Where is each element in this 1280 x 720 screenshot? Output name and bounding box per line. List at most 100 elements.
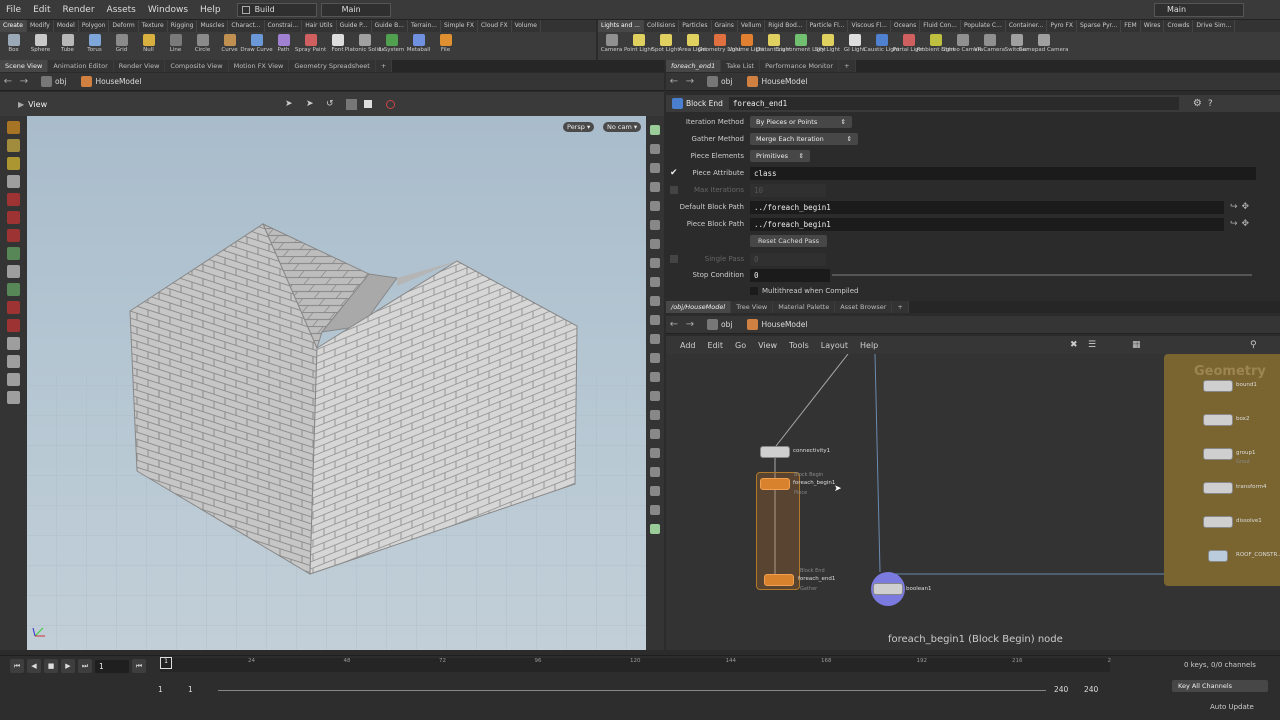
shelf-right-tab[interactable]: Grains [712, 20, 738, 32]
shelf-right-tab[interactable]: Rigid Bod... [765, 20, 807, 32]
shelf-tool[interactable]: Camera [598, 32, 625, 53]
viewport-tool-icon[interactable] [7, 283, 20, 296]
viewport-tool-icon[interactable] [7, 157, 20, 170]
shelf-tool[interactable]: Platonic Solids [345, 32, 384, 53]
tab-composite-view[interactable]: Composite View [165, 60, 229, 72]
shelf-tool[interactable]: Spray Paint [295, 32, 326, 53]
shelf-tool[interactable]: Tube [54, 32, 81, 53]
net-menu-help[interactable]: Help [854, 341, 884, 350]
list-icon[interactable]: ☰ [1088, 340, 1096, 350]
display-option-icon[interactable] [650, 429, 660, 439]
range-end-field[interactable]: 240 [1054, 685, 1068, 694]
display-option-icon[interactable] [650, 524, 660, 534]
default-block-path-field[interactable]: ../foreach_begin1 [750, 200, 1224, 214]
shelf-right-tab[interactable]: Container... [1006, 20, 1048, 32]
add-tab-icon[interactable]: + [839, 60, 856, 72]
step-icon[interactable]: ⏮ [132, 659, 146, 673]
display-option-icon[interactable] [650, 220, 660, 230]
menu-edit[interactable]: Edit [27, 0, 56, 20]
jump-end-icon[interactable]: ⏭ [78, 659, 92, 673]
tab-performance-monitor[interactable]: Performance Monitor [760, 60, 840, 72]
shelf-right-tab[interactable]: Populate C... [961, 20, 1006, 32]
play-icon[interactable]: ▶ [61, 659, 75, 673]
stop-condition-slider[interactable] [832, 274, 1252, 276]
geo-node[interactable] [1203, 380, 1233, 392]
gather-method-menu[interactable]: Merge Each Iteration ⇕ [750, 133, 858, 145]
viewport-tool-icon[interactable] [7, 229, 20, 242]
display-option-icon[interactable] [650, 296, 660, 306]
tab-render-view[interactable]: Render View [113, 60, 166, 72]
geo-node[interactable] [1203, 482, 1233, 494]
range-start-field[interactable]: 1 [158, 685, 163, 694]
viewport-tool-icon[interactable] [7, 337, 20, 350]
time-slider[interactable]: 1 24 48 72 96 120 144 168 192 216 2 [160, 657, 1111, 672]
max-iterations-field[interactable]: 10 [750, 183, 826, 197]
shelf-left-tab[interactable]: Simple FX [441, 20, 478, 32]
shelf-left-tab[interactable]: Guide B... [372, 20, 408, 32]
back-icon[interactable]: ← [666, 319, 682, 330]
gear-icon[interactable]: ⚙ [1193, 98, 1202, 109]
handle-tool-icon[interactable]: ➤ [306, 99, 314, 109]
network-editor[interactable]: connectivity1 Block Begin foreach_begin1… [666, 354, 1280, 650]
path-node[interactable]: HouseModel [738, 76, 813, 87]
shelf-tool[interactable]: Point Light [624, 32, 653, 53]
shelf-left-tab[interactable]: Volume [512, 20, 541, 32]
shelf-left-tab[interactable]: Texture [139, 20, 168, 32]
persp-menu[interactable]: Persp ▾ [563, 122, 595, 132]
display-option-icon[interactable] [650, 201, 660, 211]
menu-assets[interactable]: Assets [101, 0, 142, 20]
range-start2-field[interactable]: 1 [188, 685, 193, 694]
viewport-tool-icon[interactable] [7, 139, 20, 152]
piece-block-path-field[interactable]: ../foreach_begin1 [750, 217, 1224, 231]
shelf-tool[interactable]: Torus [81, 32, 108, 53]
path-node[interactable]: HouseModel [738, 319, 813, 330]
snap-icon[interactable] [346, 98, 357, 110]
shelf-tool[interactable]: Box [0, 32, 27, 53]
tab-foreach-end1[interactable]: foreach_end1 [666, 60, 722, 72]
shelf-tool[interactable]: Path [270, 32, 297, 53]
shelf-right-tab[interactable]: Particles [679, 20, 712, 32]
tab-animation-editor[interactable]: Animation Editor [48, 60, 114, 72]
back-icon[interactable]: ← [0, 76, 16, 87]
shelf-right-tab[interactable]: Pyro FX [1047, 20, 1077, 32]
tab-take-list[interactable]: Take List [721, 60, 761, 72]
tab-obj-housemodel[interactable]: /obj/HouseModel [666, 301, 732, 313]
shelf-right-tab[interactable]: Oceans [891, 20, 921, 32]
stop-icon[interactable] [364, 100, 372, 108]
shelf-tool[interactable]: Grid [108, 32, 135, 53]
main-selector-right[interactable]: Main [1154, 2, 1244, 17]
shelf-left-tab[interactable]: Constrai... [265, 20, 303, 32]
display-option-icon[interactable] [650, 144, 660, 154]
display-option-icon[interactable] [650, 391, 660, 401]
frame-marker[interactable]: 1 [160, 657, 172, 669]
shelf-left-tab[interactable]: Guide P... [337, 20, 372, 32]
net-menu-view[interactable]: View [752, 341, 783, 350]
jump-start-icon[interactable]: ⏮ [10, 659, 24, 673]
shelf-right-tab[interactable]: FEM [1121, 20, 1141, 32]
display-option-icon[interactable] [650, 258, 660, 268]
help-icon[interactable]: ? [1208, 99, 1213, 109]
shelf-tool[interactable]: VR Camera [974, 32, 1005, 53]
current-frame-field[interactable]: 1 [95, 659, 129, 673]
checkbox-max-iterations[interactable] [670, 186, 678, 194]
jump-icon[interactable]: ↪ [1230, 202, 1238, 212]
forward-icon[interactable]: → [682, 319, 698, 330]
shelf-tool[interactable]: L-System [378, 32, 405, 53]
shelf-left-tab[interactable]: Create [0, 20, 27, 32]
range-end2-field[interactable]: 240 [1084, 685, 1098, 694]
menu-render[interactable]: Render [57, 0, 101, 20]
shelf-tool[interactable]: Stereo Camera [942, 32, 983, 53]
tab-tree-view[interactable]: Tree View [731, 301, 774, 313]
shelf-right-tab[interactable]: Drive Sim... [1193, 20, 1236, 32]
tab-motion-fx-view[interactable]: Motion FX View [228, 60, 290, 72]
menu-help[interactable]: Help [194, 0, 227, 20]
shelf-tool[interactable]: Draw Curve [240, 32, 273, 53]
reset-cached-pass-button[interactable]: Reset Cached Pass [750, 235, 828, 247]
display-option-icon[interactable] [650, 505, 660, 515]
menu-windows[interactable]: Windows [142, 0, 194, 20]
viewport-tool-icon[interactable] [7, 391, 20, 404]
play-reverse-icon[interactable]: ◀ [27, 659, 41, 673]
desktop-selector[interactable]: Build [236, 2, 317, 17]
viewport-tool-icon[interactable] [7, 265, 20, 278]
jump-icon[interactable]: ↪ [1230, 219, 1238, 229]
